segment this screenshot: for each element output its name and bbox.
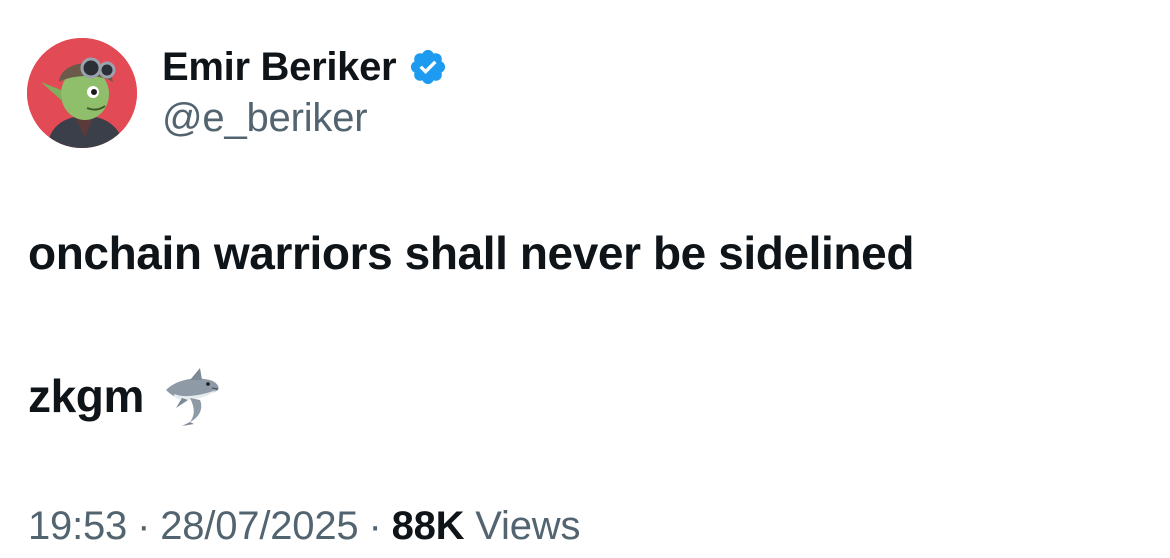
tweet-card: Emir Beriker @e_beriker onchain warriors…: [0, 0, 1170, 558]
tweet-time[interactable]: 19:53: [28, 504, 127, 548]
verified-badge-icon[interactable]: [408, 47, 448, 87]
avatar[interactable]: [27, 38, 137, 148]
author-name-row: Emir Beriker: [162, 42, 448, 92]
views-count: 88K: [391, 504, 465, 548]
avatar-image: [27, 38, 137, 148]
tweet-text-line-1: onchain warriors shall never be sideline…: [28, 227, 915, 279]
meta-separator: ·: [368, 504, 382, 548]
shark-icon: [160, 364, 224, 428]
tweet-date[interactable]: 28/07/2025: [160, 504, 358, 548]
tweet-metadata: 19:53 · 28/07/2025 · 88K Views: [28, 504, 580, 549]
tweet-text-line-2: zkgm: [28, 364, 224, 428]
meta-separator: ·: [137, 504, 151, 548]
tweet-text-zkgm: zkgm: [28, 370, 144, 422]
author-display-name[interactable]: Emir Beriker: [162, 45, 397, 90]
views-label: Views: [475, 504, 581, 548]
author-handle[interactable]: @e_beriker: [162, 96, 368, 141]
